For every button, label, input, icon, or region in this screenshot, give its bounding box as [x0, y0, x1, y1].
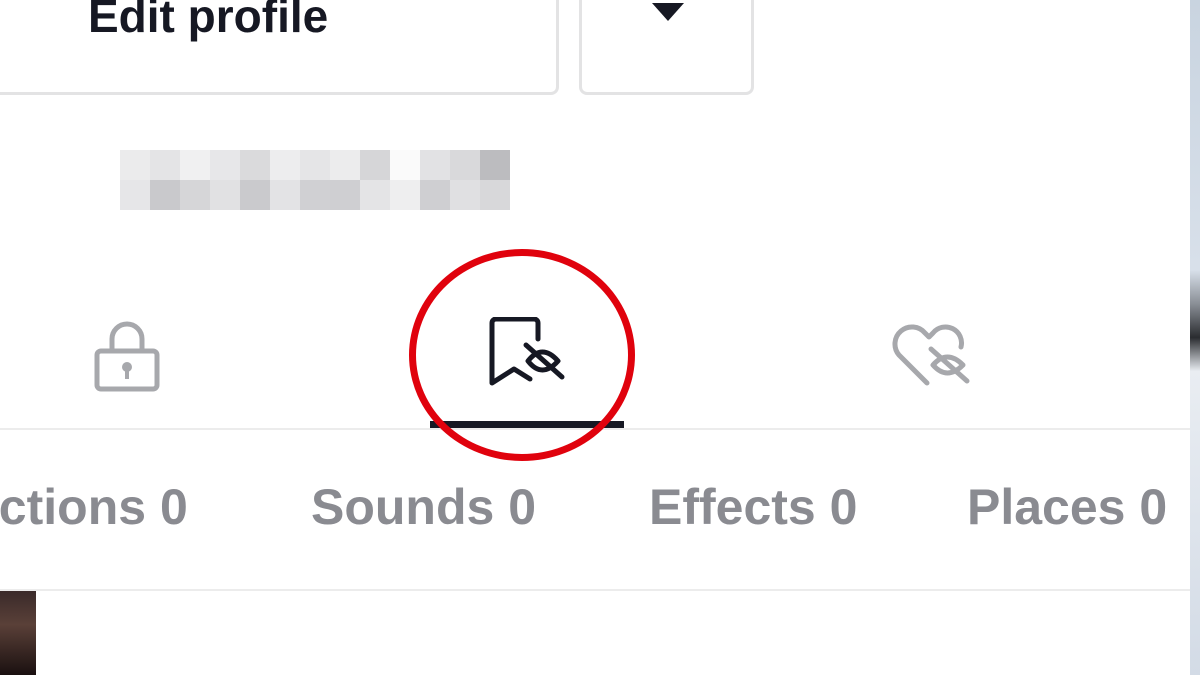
triangle-down-icon — [652, 3, 684, 21]
tab-private-videos[interactable] — [27, 290, 227, 420]
video-thumbnail[interactable] — [0, 591, 36, 675]
profile-dropdown-button[interactable] — [579, 0, 754, 95]
heart-hidden-icon — [892, 324, 970, 386]
edit-profile-button[interactable]: Edit profile — [0, 0, 559, 95]
lock-icon — [94, 321, 160, 392]
bookmark-hidden-icon — [489, 317, 565, 386]
tab-liked-videos[interactable] — [830, 290, 1030, 420]
tab-divider — [0, 428, 1190, 430]
edit-profile-label: Edit profile — [88, 0, 329, 42]
tab-effects[interactable]: Effects 0 — [649, 482, 857, 532]
tab-places[interactable]: Places 0 — [967, 482, 1167, 532]
tab-collections[interactable]: ections 0 — [0, 482, 188, 532]
tab-favorites[interactable] — [425, 290, 625, 420]
profile-screen: Edit profile ections 0 — [0, 0, 1200, 675]
tab-sounds[interactable]: Sounds 0 — [311, 482, 536, 532]
background-edge — [1190, 0, 1200, 675]
pixelated-bio — [120, 150, 510, 210]
sub-tab-divider — [0, 589, 1190, 591]
